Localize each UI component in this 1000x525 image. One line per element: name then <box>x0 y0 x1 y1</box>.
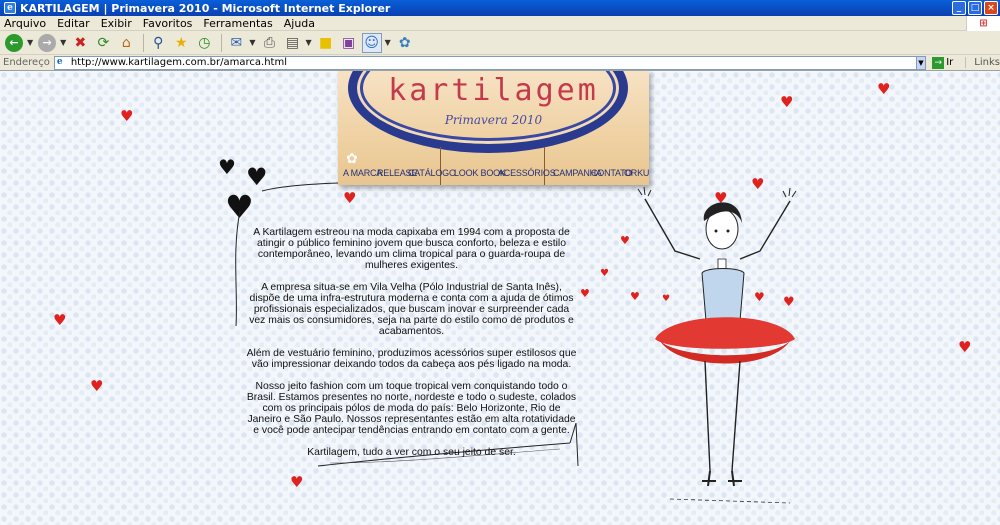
nav-acessorios[interactable]: ACESSÓRIOS <box>498 168 556 178</box>
season-title: Primavera 2010 <box>444 113 543 127</box>
heart-decoration: ♥ <box>620 234 630 247</box>
about-paragraph: Além de vestuário feminino, produzimos a… <box>246 348 577 370</box>
edit-icon: ▤ <box>285 34 300 51</box>
ballerina-illustration <box>637 186 797 504</box>
search-icon: ⚲ <box>153 34 164 51</box>
dark-heart-decoration: ♥ <box>225 188 254 226</box>
toolbar: ← ▼ → ▼ ✖ ⟳ ⌂ ⚲ ★ ◷ ✉ ▼ ⎙ ▤ ▼ ■ ▣ ☺ ▼ ✿ <box>0 31 1000 55</box>
window-titlebar[interactable]: e KARTILAGEM | Primavera 2010 - Microsof… <box>0 0 1000 16</box>
heart-decoration: ♥ <box>580 287 590 300</box>
mail-dropdown-icon[interactable]: ▼ <box>249 38 255 47</box>
page-icon: e <box>56 57 63 67</box>
heart-decoration: ♥ <box>343 189 357 207</box>
minimize-button[interactable]: _ <box>952 1 966 15</box>
butterfly-icon: ✿ <box>398 34 411 51</box>
ie-app-icon: e <box>4 2 16 14</box>
messenger-icon: ☺ <box>364 34 379 51</box>
toolbar-separator <box>143 33 145 52</box>
go-label: Ir <box>946 57 954 68</box>
book-icon: ▣ <box>342 34 356 51</box>
mail-button[interactable]: ✉ <box>226 33 246 53</box>
forward-dropdown-icon[interactable]: ▼ <box>60 38 66 47</box>
home-icon: ⌂ <box>121 34 131 51</box>
heart-decoration: ♥ <box>53 311 67 329</box>
address-input[interactable]: e http://www.kartilagem.com.br/amarca.ht… <box>53 55 917 70</box>
nav-divider <box>440 147 441 185</box>
nav-divider <box>544 147 545 185</box>
toolbar-separator <box>221 33 223 52</box>
window-title: KARTILAGEM | Primavera 2010 - Microsoft … <box>20 1 391 15</box>
address-url[interactable]: http://www.kartilagem.com.br/amarca.html <box>71 57 287 68</box>
note-icon: ■ <box>319 34 333 51</box>
back-arrow-icon: ← <box>5 33 23 52</box>
messenger-button[interactable]: ☺ <box>361 32 382 53</box>
heart-decoration: ♥ <box>120 107 134 125</box>
address-bar: Endereço e http://www.kartilagem.com.br/… <box>0 55 1000 71</box>
printer-icon: ⎙ <box>263 34 276 51</box>
menu-bar: Arquivo Editar Exibir Favoritos Ferramen… <box>0 16 1000 31</box>
maximize-button[interactable]: □ <box>968 1 982 15</box>
search-button[interactable]: ⚲ <box>148 33 168 53</box>
close-button[interactable]: × <box>984 1 998 15</box>
about-paragraph: Nosso jeito fashion com um toque tropica… <box>246 381 577 436</box>
history-button[interactable]: ◷ <box>194 33 214 53</box>
edit-dropdown-icon[interactable]: ▼ <box>305 38 311 47</box>
stop-icon: ✖ <box>74 34 87 51</box>
messenger-dropdown-icon[interactable]: ▼ <box>385 38 391 47</box>
menu-ajuda[interactable]: Ajuda <box>284 17 315 30</box>
address-label: Endereço <box>3 57 50 68</box>
site-logo[interactable]: kartilagem <box>338 73 649 108</box>
menu-editar[interactable]: Editar <box>57 17 90 30</box>
site-navigation: ✿ A MARCA RELEASE CATÁLOGO LOOK BOOK ACE… <box>338 147 649 185</box>
back-button[interactable]: ← <box>4 33 24 53</box>
site-header-banner: kartilagem Primavera 2010 ✿ A MARCA RELE… <box>338 71 649 185</box>
nav-orkut[interactable]: ORKUT <box>624 168 649 178</box>
nav-catalogo[interactable]: CATÁLOGO <box>408 168 456 178</box>
dark-heart-decoration: ♥ <box>246 163 268 191</box>
msn-button[interactable]: ✿ <box>395 33 415 53</box>
about-paragraph: A Kartilagem estreou na moda capixaba em… <box>253 227 570 271</box>
heart-decoration: ♥ <box>780 93 794 111</box>
heart-decoration: ♥ <box>958 338 972 356</box>
heart-decoration: ♥ <box>877 80 891 98</box>
menu-favoritos[interactable]: Favoritos <box>143 17 193 30</box>
print-button[interactable]: ⎙ <box>259 33 279 53</box>
forward-button[interactable]: → <box>37 33 57 53</box>
page-viewport[interactable]: ♥ ♥ ♥ ♥ ♥ ♥ ♥ ♥ ♥ ♥ ♥ ♥ ♥ ♥ ♥ ♥ ♥ ♥ ♥ ♥ … <box>0 71 1000 525</box>
dark-heart-decoration: ♥ <box>218 155 236 179</box>
research-button[interactable]: ▣ <box>339 33 359 53</box>
edit-button[interactable]: ▤ <box>282 33 302 53</box>
stop-button[interactable]: ✖ <box>70 33 90 53</box>
mail-icon: ✉ <box>230 34 243 51</box>
favorites-button[interactable]: ★ <box>171 33 191 53</box>
address-dropdown-icon[interactable]: ▼ <box>915 55 927 70</box>
about-paragraph: A empresa situa-se em Vila Velha (Pólo I… <box>249 282 574 337</box>
go-arrow-icon: → <box>932 56 945 69</box>
history-icon: ◷ <box>198 34 211 51</box>
forward-arrow-icon: → <box>38 33 57 52</box>
back-dropdown-icon[interactable]: ▼ <box>27 38 33 47</box>
star-icon: ★ <box>175 34 188 51</box>
go-button[interactable]: → Ir <box>932 56 954 69</box>
links-button[interactable]: Links <box>965 57 1000 68</box>
heart-decoration: ♥ <box>90 377 104 395</box>
menu-exibir[interactable]: Exibir <box>101 17 132 30</box>
home-button[interactable]: ⌂ <box>116 33 136 53</box>
heart-decoration: ♥ <box>290 473 304 491</box>
discuss-button[interactable]: ■ <box>316 33 336 53</box>
menu-arquivo[interactable]: Arquivo <box>4 17 46 30</box>
refresh-icon: ⟳ <box>97 34 110 51</box>
heart-decoration: ♥ <box>600 268 609 279</box>
menu-ferramentas[interactable]: Ferramentas <box>203 17 272 30</box>
refresh-button[interactable]: ⟳ <box>93 33 113 53</box>
about-text: A Kartilagem estreou na moda capixaba em… <box>245 227 578 469</box>
flower-icon: ✿ <box>346 151 358 167</box>
about-slogan: Kartilagem, tudo a ver com o seu jeito d… <box>307 447 516 458</box>
windows-logo-icon: ⊞ <box>966 16 1000 31</box>
